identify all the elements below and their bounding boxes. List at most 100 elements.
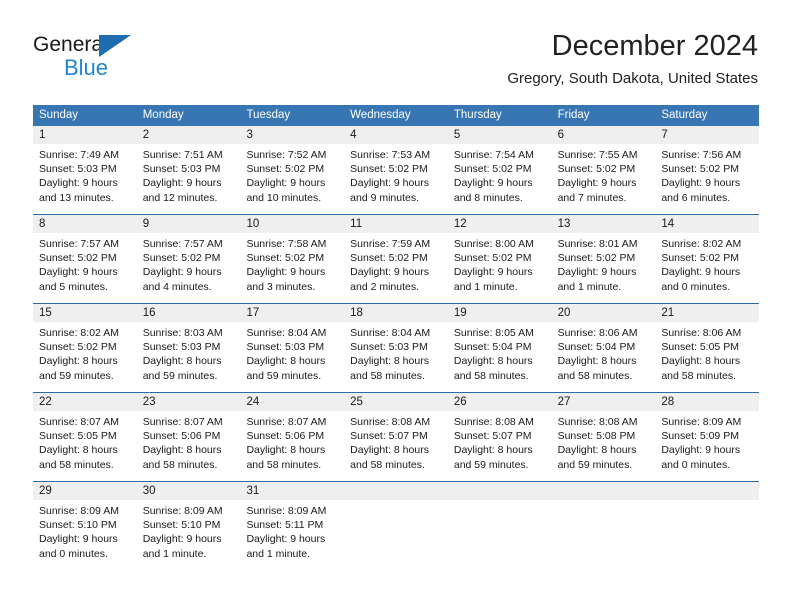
day-cell[interactable]: Sunrise: 8:06 AM Sunset: 5:05 PM Dayligh…	[655, 322, 759, 392]
daylight-text-line1: Daylight: 9 hours	[350, 177, 429, 190]
weekday-monday: Monday	[142, 109, 184, 121]
daylight-text-line1: Daylight: 8 hours	[557, 444, 637, 457]
daylight-text-line2: and 58 minutes.	[142, 458, 218, 471]
day-number[interactable]: 2	[137, 126, 241, 144]
day-cell[interactable]: Sunrise: 8:00 AM Sunset: 5:02 PM Dayligh…	[448, 233, 552, 303]
day-number[interactable]: 13	[552, 215, 656, 233]
day-cell[interactable]: Sunrise: 7:49 AM Sunset: 5:03 PM Dayligh…	[33, 144, 137, 214]
day-number[interactable]: 4	[344, 126, 448, 144]
day-number[interactable]: 23	[137, 393, 241, 411]
day-number[interactable]: 14	[655, 215, 759, 233]
day-cell[interactable]: Sunrise: 8:02 AM Sunset: 5:02 PM Dayligh…	[655, 233, 759, 303]
day-number[interactable]: 16	[137, 304, 241, 322]
calendar-grid: Sunday Monday Tuesday Wednesday Thursday…	[33, 105, 759, 570]
day-cell[interactable]: Sunrise: 8:05 AM Sunset: 5:04 PM Dayligh…	[448, 322, 552, 392]
day-number[interactable]: 29	[33, 482, 137, 500]
daylight-text-line1: Daylight: 9 hours	[661, 177, 741, 190]
day-cell[interactable]: Sunrise: 8:08 AM Sunset: 5:08 PM Dayligh…	[552, 411, 656, 481]
day-cell[interactable]: Sunrise: 8:08 AM Sunset: 5:07 PM Dayligh…	[344, 411, 448, 481]
day-cell[interactable]: Sunrise: 8:03 AM Sunset: 5:03 PM Dayligh…	[137, 322, 241, 392]
day-number[interactable]: 3	[240, 126, 344, 144]
day-number[interactable]: 30	[137, 482, 241, 500]
day-cell[interactable]: Sunrise: 8:09 AM Sunset: 5:09 PM Dayligh…	[655, 411, 759, 481]
weekday-wednesday: Wednesday	[350, 109, 411, 121]
day-number[interactable]: 6	[552, 126, 656, 144]
day-number[interactable]: 25	[344, 393, 448, 411]
day-cell[interactable]: Sunrise: 8:08 AM Sunset: 5:07 PM Dayligh…	[448, 411, 552, 481]
daylight-text-line2: and 59 minutes.	[39, 369, 114, 382]
sunrise-text: Sunrise: 7:56 AM	[661, 149, 742, 161]
day-cell[interactable]: Sunrise: 8:02 AM Sunset: 5:02 PM Dayligh…	[33, 322, 137, 392]
sunset-text: Sunset: 5:05 PM	[661, 341, 739, 354]
day-cell[interactable]: Sunrise: 8:07 AM Sunset: 5:06 PM Dayligh…	[240, 411, 344, 481]
day-number[interactable]: 26	[448, 393, 552, 411]
day-number[interactable]: 10	[240, 215, 344, 233]
day-number[interactable]: 19	[448, 304, 552, 322]
sunset-text: Sunset: 5:02 PM	[350, 252, 428, 265]
sunrise-text: Sunrise: 8:02 AM	[39, 327, 119, 339]
sunrise-text: Sunrise: 7:59 AM	[350, 238, 431, 250]
day-cell-empty	[552, 500, 656, 570]
day-cell[interactable]: Sunrise: 8:09 AM Sunset: 5:10 PM Dayligh…	[33, 500, 137, 570]
day-number[interactable]: 17	[240, 304, 344, 322]
day-cell[interactable]: Sunrise: 7:54 AM Sunset: 5:02 PM Dayligh…	[448, 144, 552, 214]
day-number[interactable]: 9	[137, 215, 241, 233]
daylight-text-line1: Daylight: 9 hours	[39, 266, 118, 279]
day-cell[interactable]: Sunrise: 7:59 AM Sunset: 5:02 PM Dayligh…	[344, 233, 448, 303]
day-number[interactable]: 20	[552, 304, 656, 322]
day-cell[interactable]: Sunrise: 7:51 AM Sunset: 5:03 PM Dayligh…	[137, 144, 241, 214]
weekday-saturday: Saturday	[661, 109, 708, 121]
daylight-text-line1: Daylight: 9 hours	[246, 266, 326, 279]
day-cell[interactable]: Sunrise: 8:07 AM Sunset: 5:06 PM Dayligh…	[137, 411, 241, 481]
day-number[interactable]: 11	[344, 215, 448, 233]
day-detail-row: Sunrise: 7:49 AM Sunset: 5:03 PM Dayligh…	[33, 144, 759, 214]
sunrise-text: Sunrise: 8:07 AM	[39, 416, 119, 428]
day-cell[interactable]: Sunrise: 8:07 AM Sunset: 5:05 PM Dayligh…	[33, 411, 137, 481]
day-number[interactable]: 8	[33, 215, 137, 233]
day-number[interactable]: 1	[33, 126, 137, 144]
sunrise-text: Sunrise: 7:52 AM	[246, 149, 327, 161]
daylight-text-line1: Daylight: 8 hours	[350, 444, 429, 457]
day-cell[interactable]: Sunrise: 7:56 AM Sunset: 5:02 PM Dayligh…	[655, 144, 759, 214]
day-number[interactable]: 21	[655, 304, 759, 322]
day-number[interactable]: 12	[448, 215, 552, 233]
day-cell[interactable]: Sunrise: 7:57 AM Sunset: 5:02 PM Dayligh…	[33, 233, 137, 303]
day-number-empty	[448, 482, 552, 500]
daylight-text-line1: Daylight: 8 hours	[39, 444, 118, 457]
day-cell-empty	[448, 500, 552, 570]
day-number[interactable]: 24	[240, 393, 344, 411]
day-number[interactable]: 27	[552, 393, 656, 411]
daylight-text-line2: and 3 minutes.	[246, 280, 316, 293]
sunrise-text: Sunrise: 8:05 AM	[453, 327, 534, 339]
day-cell[interactable]: Sunrise: 8:04 AM Sunset: 5:03 PM Dayligh…	[344, 322, 448, 392]
day-cell[interactable]: Sunrise: 8:09 AM Sunset: 5:11 PM Dayligh…	[240, 500, 344, 570]
day-number-band: 22 23 24 25 26 27 28	[33, 393, 759, 411]
day-number[interactable]: 7	[655, 126, 759, 144]
day-cell[interactable]: Sunrise: 7:53 AM Sunset: 5:02 PM Dayligh…	[344, 144, 448, 214]
day-cell[interactable]: Sunrise: 7:58 AM Sunset: 5:02 PM Dayligh…	[240, 233, 344, 303]
day-cell[interactable]: Sunrise: 8:09 AM Sunset: 5:10 PM Dayligh…	[137, 500, 241, 570]
day-number[interactable]: 28	[655, 393, 759, 411]
day-number[interactable]: 31	[240, 482, 344, 500]
daylight-text-line2: and 2 minutes.	[350, 280, 420, 293]
day-cell[interactable]: Sunrise: 8:04 AM Sunset: 5:03 PM Dayligh…	[240, 322, 344, 392]
day-number-empty	[655, 482, 759, 500]
day-cell[interactable]: Sunrise: 7:52 AM Sunset: 5:02 PM Dayligh…	[240, 144, 344, 214]
day-cell[interactable]: Sunrise: 8:01 AM Sunset: 5:02 PM Dayligh…	[552, 233, 656, 303]
daylight-text-line2: and 1 minute.	[142, 547, 207, 560]
day-number[interactable]: 18	[344, 304, 448, 322]
sunrise-text: Sunrise: 8:08 AM	[453, 416, 534, 428]
day-cell-empty	[655, 500, 759, 570]
day-cell[interactable]: Sunrise: 7:55 AM Sunset: 5:02 PM Dayligh…	[552, 144, 656, 214]
day-number[interactable]: 22	[33, 393, 137, 411]
sunset-text: Sunset: 5:02 PM	[39, 252, 117, 265]
generalblue-logo: General Blue	[33, 32, 213, 88]
daylight-text-line1: Daylight: 8 hours	[142, 355, 222, 368]
day-number[interactable]: 5	[448, 126, 552, 144]
day-number[interactable]: 15	[33, 304, 137, 322]
daylight-text-line1: Daylight: 8 hours	[246, 444, 326, 457]
day-cell[interactable]: Sunrise: 7:57 AM Sunset: 5:02 PM Dayligh…	[137, 233, 241, 303]
day-cell[interactable]: Sunrise: 8:06 AM Sunset: 5:04 PM Dayligh…	[552, 322, 656, 392]
day-number-band: 1 2 3 4 5 6 7	[33, 126, 759, 144]
sunset-text: Sunset: 5:10 PM	[39, 519, 117, 532]
